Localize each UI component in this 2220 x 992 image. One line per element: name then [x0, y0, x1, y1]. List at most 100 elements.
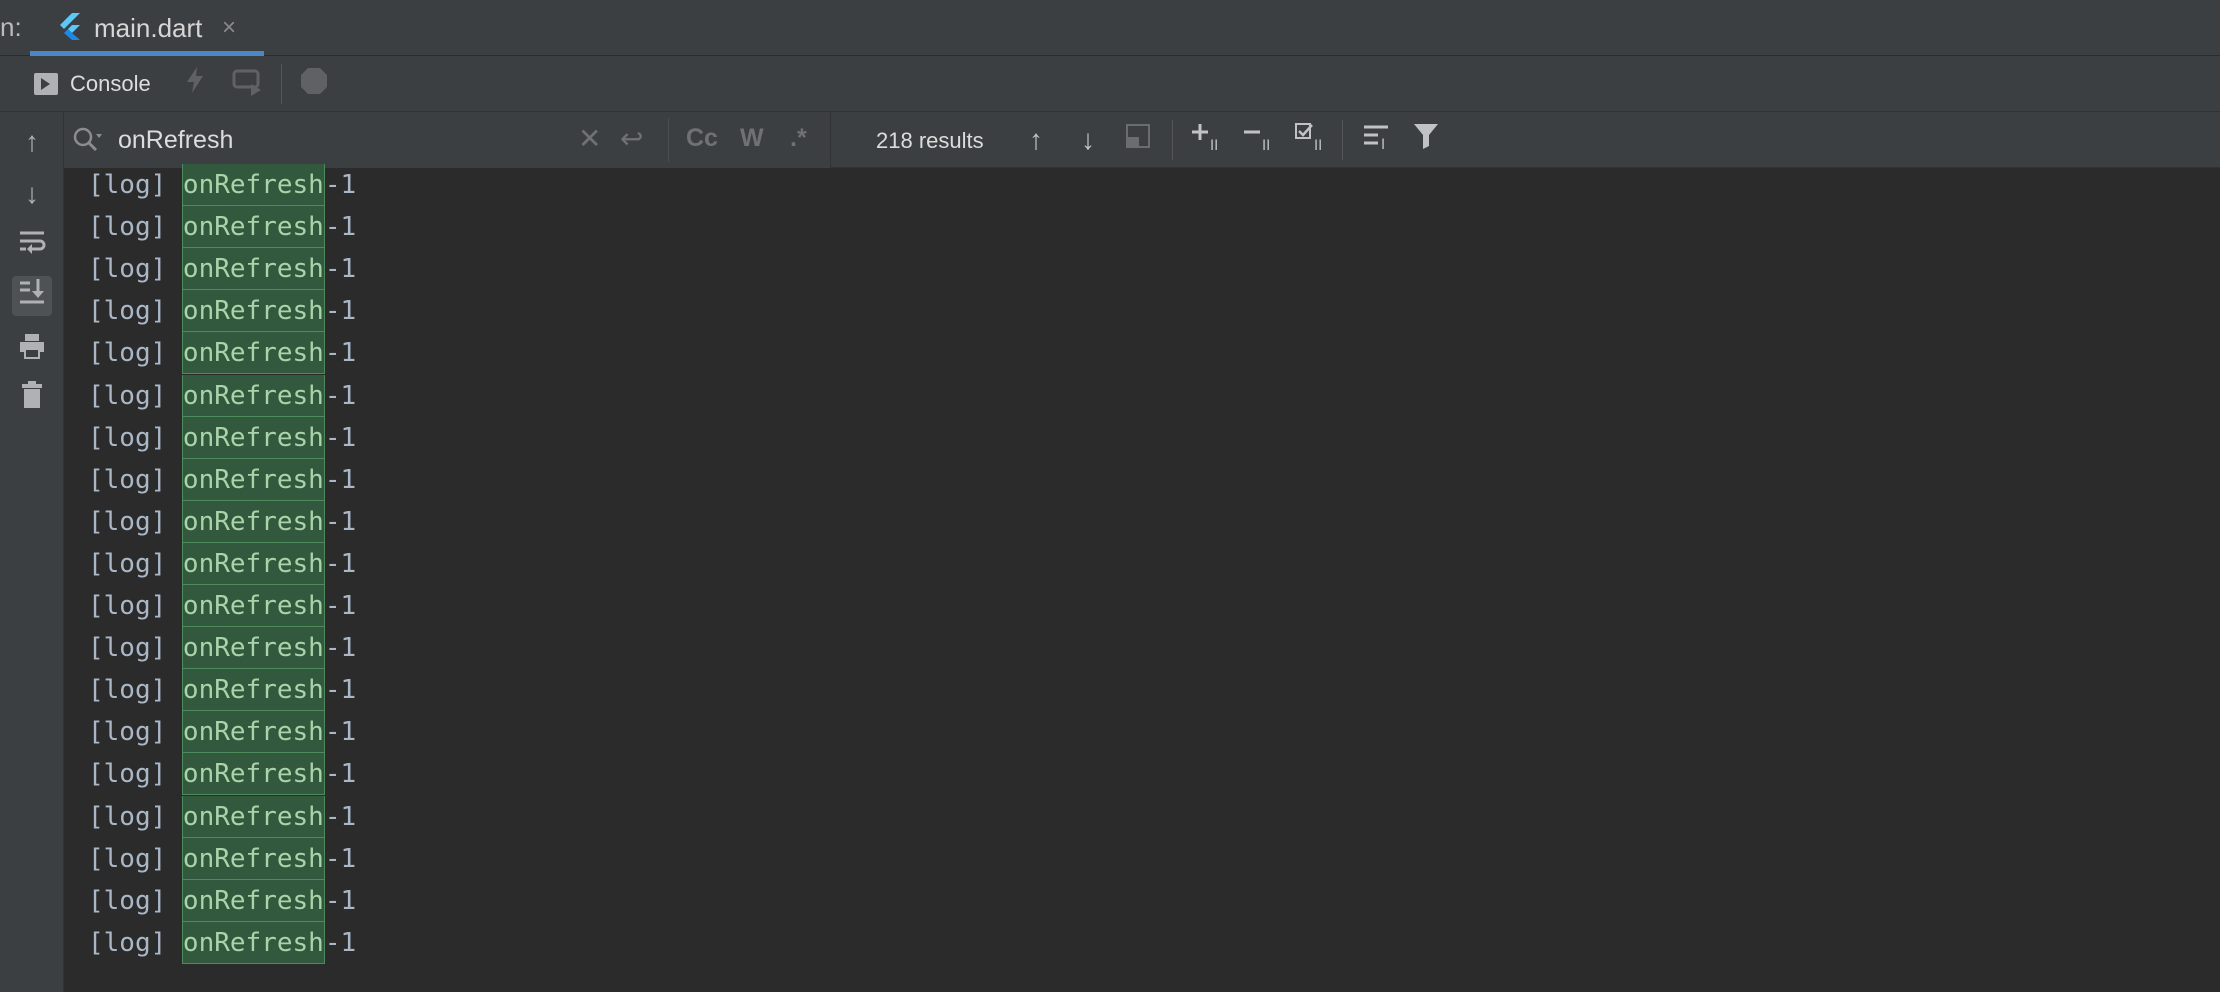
filter-results-icon[interactable]: I	[1360, 122, 1396, 158]
toolbar-separator	[1342, 120, 1343, 160]
log-line: [log] onRefresh-1	[88, 585, 356, 627]
log-line: [log] onRefresh-1	[88, 795, 357, 838]
filter-icon[interactable]	[1408, 122, 1444, 158]
tab-main-dart[interactable]: main.dart ×	[30, 0, 264, 56]
log-suffix: -1	[324, 506, 357, 537]
log-line: [log] onRefresh-1	[88, 458, 357, 501]
log-suffix: -1	[324, 380, 357, 411]
search-match-highlight: onRefresh	[181, 500, 325, 543]
log-line: [log] onRefresh-1	[88, 332, 357, 375]
soft-wrap-icon[interactable]	[12, 226, 52, 266]
search-field: ✕ ↩ Cc W .*	[64, 112, 830, 168]
search-match-highlight: onRefresh	[181, 542, 325, 585]
console-side-toolbar: ↑ ↓	[0, 112, 64, 992]
log-suffix: -1	[324, 464, 357, 495]
log-prefix: [log]	[88, 296, 182, 327]
search-separator	[668, 118, 669, 162]
remove-selection-icon[interactable]: II	[1240, 122, 1276, 158]
search-separator	[830, 112, 831, 168]
log-prefix: [log]	[88, 801, 182, 832]
search-match-highlight: onRefresh	[181, 585, 325, 627]
log-line: [log] onRefresh-1	[88, 164, 356, 206]
tab-label: main.dart	[94, 13, 203, 43]
log-line: [log] onRefresh-1	[88, 500, 357, 543]
log-suffix: -1	[324, 801, 357, 832]
flutter-icon	[60, 13, 80, 40]
log-line: [log] onRefresh-1	[88, 374, 357, 417]
log-suffix: -1	[324, 843, 357, 874]
log-prefix: [log]	[88, 380, 182, 411]
match-case-toggle[interactable]: Cc	[686, 124, 718, 153]
log-line: [log] onRefresh-1	[88, 669, 357, 712]
svg-text:II: II	[1210, 138, 1218, 152]
toolbar-separator	[1172, 120, 1173, 160]
svg-text:I: I	[1381, 137, 1385, 150]
search-match-highlight: onRefresh	[181, 332, 325, 375]
rerun-icon[interactable]	[229, 66, 265, 102]
close-icon[interactable]: ×	[222, 14, 236, 42]
next-occurrence-icon[interactable]: ↓	[1070, 122, 1106, 158]
arrow-up-icon[interactable]: ↑	[12, 122, 52, 162]
console-icon	[34, 73, 58, 95]
whole-words-toggle[interactable]: W	[740, 124, 764, 153]
log-prefix: [log]	[88, 548, 182, 579]
log-suffix: -1	[324, 885, 357, 916]
toolbar-separator	[281, 64, 282, 104]
select-all-occurrences-icon[interactable]: II	[1292, 122, 1328, 158]
log-prefix: [log]	[88, 717, 182, 748]
search-match-highlight: onRefresh	[181, 753, 325, 796]
new-line-icon[interactable]: ↩	[620, 122, 643, 155]
search-match-highlight: onRefresh	[181, 795, 325, 838]
open-in-window-icon[interactable]	[1120, 122, 1156, 158]
console-output[interactable]: [log] onRefresh-1 [log] onRefresh-1 [log] …	[64, 164, 2220, 992]
log-prefix: [log]	[88, 675, 182, 706]
log-line: [log] onRefresh-1	[88, 711, 357, 754]
log-prefix: [log]	[88, 170, 182, 200]
console-toolbar: Console	[0, 56, 2220, 112]
search-match-highlight: onRefresh	[181, 458, 325, 501]
log-prefix: [log]	[88, 506, 182, 537]
log-prefix: [log]	[88, 422, 182, 453]
search-match-highlight: onRefresh	[181, 879, 325, 922]
log-suffix: -1	[324, 675, 357, 706]
search-icon[interactable]	[72, 126, 102, 154]
log-prefix: [log]	[88, 338, 182, 369]
editor-tab-bar: n: main.dart ×	[0, 0, 2220, 56]
log-suffix: -1	[324, 338, 357, 369]
trash-icon[interactable]	[12, 380, 52, 420]
log-suffix: -1	[324, 548, 357, 579]
log-suffix: -1	[324, 170, 357, 200]
scroll-to-end-icon[interactable]	[12, 276, 52, 316]
run-window-label: n:	[0, 12, 22, 42]
arrow-down-icon[interactable]: ↓	[12, 174, 52, 214]
log-line: [log] onRefresh-1	[88, 627, 357, 670]
clear-search-icon[interactable]: ✕	[578, 122, 601, 155]
search-match-highlight: onRefresh	[181, 290, 325, 333]
previous-occurrence-icon[interactable]: ↑	[1018, 122, 1054, 158]
svg-text:II: II	[1314, 138, 1322, 152]
search-match-highlight: onRefresh	[181, 669, 325, 712]
log-line: [log] onRefresh-1	[88, 248, 356, 291]
log-line: [log] onRefresh-1	[88, 921, 356, 964]
log-suffix: -1	[324, 422, 357, 453]
log-suffix: -1	[324, 591, 357, 621]
regex-toggle[interactable]: .*	[790, 124, 807, 153]
log-suffix: -1	[324, 717, 357, 748]
log-suffix: -1	[324, 296, 357, 327]
log-line: [log] onRefresh-1	[88, 753, 357, 796]
log-suffix: -1	[324, 633, 357, 664]
search-match-highlight: onRefresh	[181, 837, 325, 880]
search-input[interactable]	[116, 122, 600, 158]
log-prefix: [log]	[88, 885, 182, 916]
console-search-bar: ✕ ↩ Cc W .* 218 results ↑ ↓ II II II I	[64, 112, 2220, 168]
add-selection-icon[interactable]: II	[1188, 122, 1224, 158]
log-line: [log] onRefresh-1	[88, 206, 356, 249]
console-tab-label[interactable]: Console	[70, 71, 151, 97]
log-prefix: [log]	[88, 254, 182, 285]
search-results-count: 218 results	[876, 128, 984, 153]
print-icon[interactable]	[12, 330, 52, 370]
lightning-icon[interactable]	[177, 66, 213, 102]
stop-icon[interactable]	[296, 66, 332, 102]
log-prefix: [log]	[88, 633, 182, 664]
log-suffix: -1	[324, 759, 357, 790]
